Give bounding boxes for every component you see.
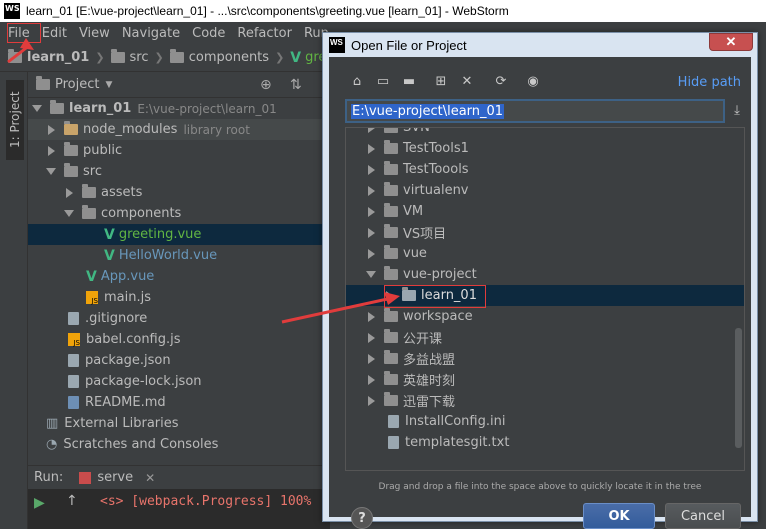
annotation-arrow-learn01 (281, 296, 393, 324)
arrowhead-icon (384, 292, 400, 305)
annotation-arrows (7, 38, 400, 324)
arrowhead-icon (20, 38, 34, 50)
